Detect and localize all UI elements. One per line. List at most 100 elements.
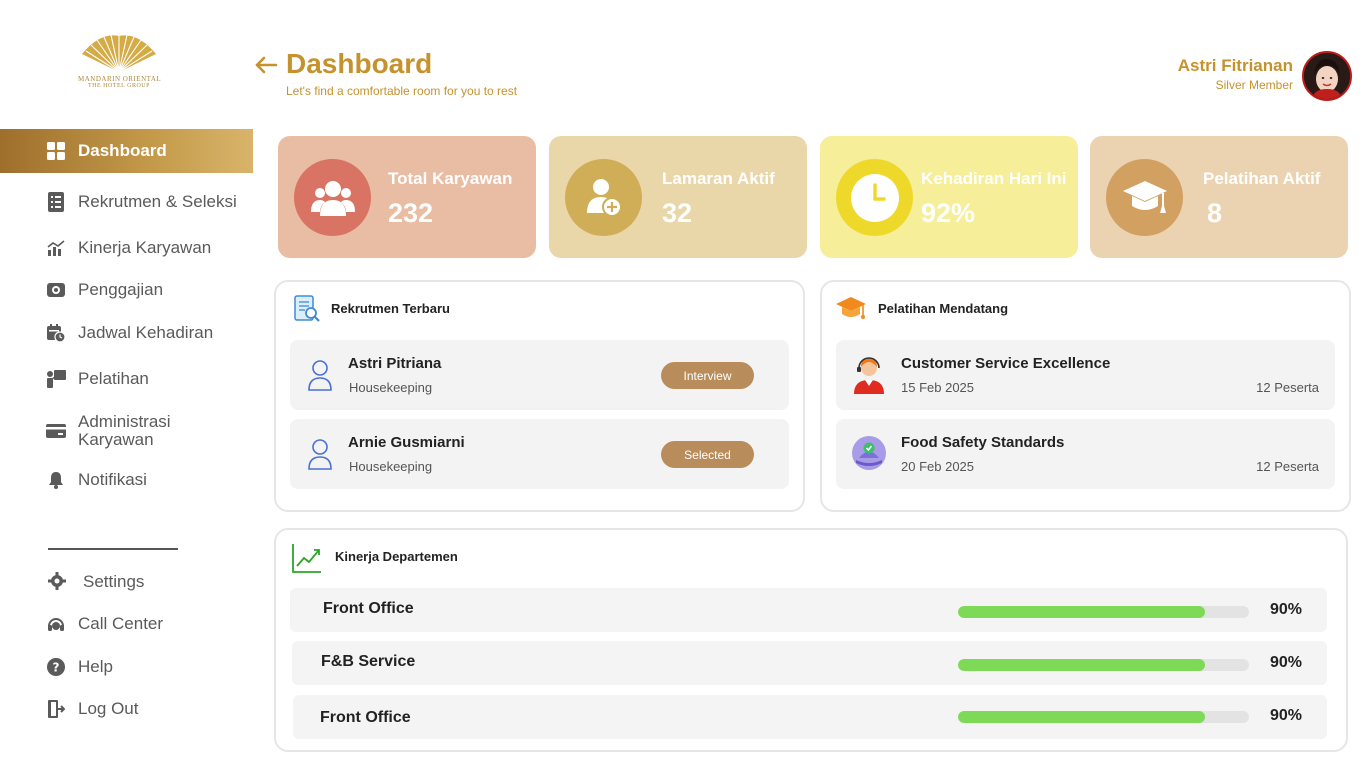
brand-name: MANDARIN ORIENTAL	[78, 75, 162, 83]
department-name: F&B Service	[321, 653, 416, 670]
sidebar-divider	[48, 548, 178, 550]
progress-value: 90%	[1270, 707, 1303, 724]
sidebar-item-help[interactable]: ? Help	[0, 655, 253, 679]
training-date: 20 Feb 2025	[901, 459, 975, 474]
progress-fill	[958, 711, 1206, 723]
sidebar-item-logout[interactable]: Log Out	[0, 697, 253, 721]
panel-title: Rekrutmen Terbaru	[331, 301, 450, 316]
svg-text:?: ?	[53, 661, 60, 675]
progress-fill	[958, 659, 1206, 671]
stat-value: 8	[1207, 198, 1223, 228]
graduation-cap-icon	[1106, 159, 1183, 236]
gear-icon	[47, 571, 67, 591]
sidebar-item-settings[interactable]: Settings	[0, 570, 253, 594]
avatar[interactable]	[1302, 51, 1352, 101]
progress-fill	[958, 606, 1206, 618]
brand-logo[interactable]: MANDARIN ORIENTAL THE HOTEL GROUP	[78, 34, 162, 98]
stat-label: Lamaran Aktif	[662, 169, 775, 188]
training-participants: 12 Peserta	[1256, 459, 1319, 474]
performance-row: F&B Service 90%	[292, 641, 1327, 685]
stat-label: Total Karyawan	[388, 169, 513, 188]
sidebar-item-label: Notifikasi	[78, 470, 147, 489]
sidebar-item-jadwal[interactable]: Jadwal Kehadiran	[0, 321, 253, 345]
progress-track	[958, 659, 1249, 671]
money-icon	[46, 280, 66, 300]
candidate-dept: Housekeeping	[349, 459, 433, 474]
sidebar-item-label: Settings	[83, 572, 145, 591]
department-name: Front Office	[320, 709, 411, 726]
customer-service-icon	[851, 356, 887, 399]
page-subtitle: Let's find a comfortable room for you to…	[286, 84, 518, 98]
list-item[interactable]: Arnie Gusmiarni Housekeeping Selected	[290, 419, 789, 489]
card-icon	[46, 421, 66, 441]
graduation-cap-icon	[835, 296, 867, 327]
user-role: Silver Member	[1215, 78, 1293, 92]
sidebar-item-label: Help	[78, 657, 113, 676]
sidebar-item-label: Pelatihan	[78, 369, 149, 388]
sidebar: MANDARIN ORIENTAL THE HOTEL GROUP Dashbo…	[0, 0, 253, 768]
sidebar-item-kinerja[interactable]: Kinerja Karyawan	[0, 236, 253, 260]
user-icon	[307, 359, 333, 396]
sidebar-item-administrasi[interactable]: Administrasi Karyawan	[0, 412, 253, 450]
stat-value: 92%	[921, 198, 976, 228]
headset-icon	[46, 615, 66, 635]
clock-icon	[836, 159, 913, 236]
status-badge[interactable]: Interview	[661, 362, 754, 389]
user-icon	[307, 438, 333, 475]
candidate-name: Arnie Gusmiarni	[348, 434, 465, 451]
stat-label: Pelatihan Aktif	[1203, 169, 1321, 188]
help-icon: ?	[46, 657, 66, 677]
list-item[interactable]: Astri Pitriana Housekeeping Interview	[290, 340, 789, 410]
panel-title: Pelatihan Mendatang	[878, 301, 1009, 316]
user-name[interactable]: Astri Fitrianan	[1178, 56, 1293, 76]
add-user-icon	[565, 159, 642, 236]
list-item[interactable]: Customer Service Excellence 15 Feb 2025 …	[836, 340, 1335, 410]
sidebar-item-penggajian[interactable]: Penggajian	[0, 278, 253, 302]
recruitment-panel: Rekrutmen Terbaru Astri Pitriana Houseke…	[274, 280, 805, 512]
sidebar-item-label: Administrasi Karyawan	[78, 412, 171, 449]
food-safety-icon	[851, 435, 887, 476]
presentation-icon	[46, 369, 66, 389]
list-item[interactable]: Food Safety Standards 20 Feb 2025 12 Pes…	[836, 419, 1335, 489]
page-title: Dashboard	[286, 48, 433, 79]
sidebar-item-label: Penggajian	[78, 280, 164, 299]
status-badge[interactable]: Selected	[661, 441, 754, 468]
performance-row: Front Office 90%	[290, 588, 1327, 632]
stat-card-lamaran-aktif[interactable]: Lamaran Aktif 32	[549, 136, 807, 258]
sidebar-item-label: Call Center	[78, 614, 164, 633]
fan-logo-icon	[82, 34, 156, 73]
back-arrow-icon[interactable]	[253, 52, 279, 78]
sidebar-item-notifikasi[interactable]: Notifikasi	[0, 468, 253, 492]
sidebar-item-label: Kinerja Karyawan	[78, 238, 212, 257]
training-panel: Pelatihan Mendatang Customer Service Exc…	[820, 280, 1351, 512]
stat-label: Kehadiran Hari Ini	[921, 169, 1067, 188]
sidebar-item-rekrutmen[interactable]: Rekrutmen & Seleksi	[0, 190, 253, 214]
candidate-dept: Housekeeping	[349, 380, 433, 395]
department-name: Front Office	[323, 600, 414, 617]
progress-value: 90%	[1270, 654, 1303, 671]
logout-icon	[46, 699, 66, 719]
sidebar-item-dashboard[interactable]: Dashboard	[0, 129, 253, 173]
training-participants: 12 Peserta	[1256, 380, 1319, 395]
grid-icon	[46, 141, 66, 161]
sidebar-item-label: Dashboard	[78, 141, 167, 160]
document-search-icon	[293, 295, 321, 328]
sidebar-item-label: Jadwal Kehadiran	[78, 323, 214, 342]
training-name: Customer Service Excellence	[901, 355, 1111, 372]
sidebar-item-label: Log Out	[78, 699, 139, 718]
stat-value: 32	[662, 198, 693, 228]
stat-card-kehadiran[interactable]: Kehadiran Hari Ini 92%	[820, 136, 1078, 258]
calendar-clock-icon	[46, 323, 66, 343]
candidate-name: Astri Pitriana	[348, 355, 442, 372]
panel-title: Kinerja Departemen	[335, 549, 458, 564]
training-name: Food Safety Standards	[901, 434, 1065, 451]
stat-value: 232	[388, 198, 434, 228]
trend-chart-icon	[291, 542, 323, 579]
people-icon	[294, 159, 371, 236]
performance-panel: Kinerja Departemen Front Office 90% F&B …	[274, 528, 1348, 752]
stat-card-total-karyawan[interactable]: Total Karyawan 232	[278, 136, 536, 258]
stat-card-pelatihan-aktif[interactable]: Pelatihan Aktif 8	[1090, 136, 1348, 258]
sidebar-item-call-center[interactable]: Call Center	[0, 612, 253, 636]
training-date: 15 Feb 2025	[901, 380, 975, 395]
sidebar-item-pelatihan[interactable]: Pelatihan	[0, 367, 253, 391]
